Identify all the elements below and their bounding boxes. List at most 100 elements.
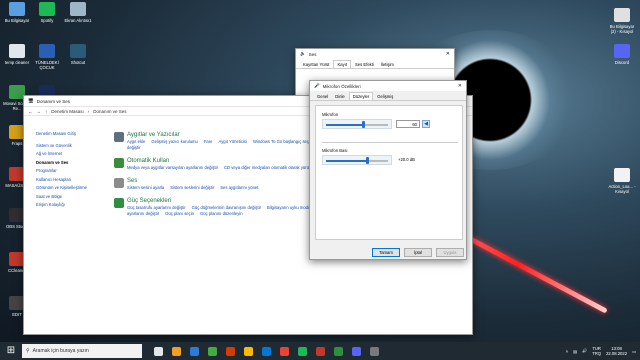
desktop-icon[interactable]: Discord (607, 44, 637, 65)
mic-properties-dialog: 🎤 Mikrofon Özellikleri ✕ Genel Dinle Düzey… (309, 80, 467, 260)
back-icon[interactable]: ← (28, 109, 33, 114)
category-link[interactable]: Sistem sesini ayarla (127, 185, 164, 190)
taskbar-app-icon[interactable] (280, 346, 289, 356)
category-link[interactable]: Güç planı seçin (165, 211, 194, 216)
category-link[interactable]: Ses aygıtlarını yönet (220, 185, 258, 190)
desktop-icon[interactable]: Action_Loa... - Kısayol (607, 168, 637, 194)
taskbar-app-icon[interactable] (190, 346, 199, 356)
category-icon (114, 158, 124, 168)
desktop-icon-label: TÜNELDEKİ ÇOCUK (35, 60, 59, 70)
desktop-icon[interactable]: Spotify (32, 2, 62, 23)
chevron-up-icon[interactable]: ˄ (566, 349, 568, 354)
taskbar-app-icon[interactable] (172, 346, 181, 356)
taskbar-app-icon[interactable] (370, 346, 379, 356)
category-title[interactable]: Otomatik Kullan (127, 158, 316, 165)
category-link[interactable]: Sistem seslerini değiştir (170, 185, 214, 190)
desktop-icon[interactable]: temp cleaner (2, 44, 32, 65)
up-icon[interactable]: ↑ (45, 109, 47, 114)
nav-item[interactable]: Saat ve Bölge (36, 193, 106, 202)
cp-left-nav: Denetim Masası Giriş Sistem ve Güvenlik A… (36, 130, 106, 210)
app-icon (70, 2, 86, 16)
input-language-2[interactable]: TRQ (592, 351, 601, 356)
tab[interactable]: Kayıttan Yürüt (300, 61, 332, 68)
category-link[interactable]: CD veya diğer medyaları otomatik olarak … (224, 165, 310, 170)
nav-item[interactable]: Erişim Kolaylığı (36, 201, 106, 210)
desktop-icon-label: Spotify (40, 18, 54, 23)
mic-boost-label: Mikrofon Bası (322, 148, 348, 153)
divider (322, 142, 458, 143)
sound-titlebar: 🔈 Ses ✕ (296, 49, 454, 59)
taskbar-search[interactable]: ⚲ Aramak için buraya yazın (22, 344, 142, 358)
tab[interactable]: İletişim (378, 61, 397, 68)
nav-item[interactable]: Donanım ve Ses (36, 159, 106, 168)
tab[interactable]: Kayıt (333, 60, 352, 68)
close-icon[interactable]: ✕ (446, 51, 450, 57)
category-link[interactable]: Güç tasarrufu ayarlarını değiştir (127, 205, 186, 210)
taskbar-app-icon[interactable] (154, 346, 163, 356)
taskbar-app-icon[interactable] (208, 346, 217, 356)
desktop-icon[interactable]: Bu Bilgisayar (2, 2, 32, 23)
taskbar-app-icon[interactable] (298, 346, 307, 356)
desktop-icon-label: Discord (614, 60, 630, 65)
app-icon (614, 8, 630, 22)
taskbar-app-icon[interactable] (262, 346, 271, 356)
category-link[interactable]: Aygıt ekle (127, 139, 145, 144)
mic-level-value[interactable]: 60 (396, 120, 420, 128)
mic-level-slider[interactable] (322, 119, 392, 129)
tab[interactable]: Dinle (332, 93, 348, 100)
clock-date: 22.08.2022 (606, 351, 628, 356)
windows-start-icon[interactable]: ⊞ (4, 344, 18, 358)
desktop-icon-label: Action_Loa... - Kısayol (608, 184, 636, 194)
tab[interactable]: Genel (314, 93, 331, 100)
tab[interactable]: Düzeyler (348, 92, 374, 100)
desktop-icon[interactable]: Bu Bilgisayar (2) - Kısayol (607, 8, 637, 34)
category-title[interactable]: Ses (127, 178, 264, 185)
desktop-icon[interactable]: Shotcut (63, 44, 93, 65)
desktop-icon[interactable]: TÜNELDEKİ ÇOCUK (32, 44, 62, 70)
nav-item[interactable]: Programlar (36, 167, 106, 176)
category-link[interactable]: Aygıt Yöneticisi (218, 139, 246, 144)
mic-title: Mikrofon Özellikleri (322, 83, 361, 89)
nav-item[interactable]: Ağ ve İnternet (36, 150, 106, 159)
notification-icon[interactable]: ▭ (632, 349, 636, 354)
slider-thumb[interactable] (366, 157, 370, 164)
category-link[interactable]: Güç düğmelerinin davranışını değiştir (192, 205, 261, 210)
taskbar: ⊞ ⚲ Aramak için buraya yazın ˄ ▤ 🔊 TUR T… (0, 342, 640, 360)
nav-item[interactable]: Kullanıcı Hesapları (36, 176, 106, 185)
volume-icon[interactable]: 🔊 (582, 348, 587, 354)
category-link[interactable]: Fare (204, 139, 213, 144)
cp-home-link[interactable]: Denetim Masası Giriş (36, 130, 106, 139)
taskbar-app-icon[interactable] (244, 346, 253, 356)
tab[interactable]: Ses Efekti (352, 61, 377, 68)
taskbar-app-icon[interactable] (226, 346, 235, 356)
speaker-mute-icon[interactable]: ◀ (422, 120, 430, 128)
category-link[interactable]: Gelişmiş yazıcı kurulumu (151, 139, 198, 144)
app-icon (614, 44, 630, 58)
cancel-button[interactable]: İptal (404, 248, 432, 257)
app-icon (70, 44, 86, 58)
taskbar-app-icon[interactable] (352, 346, 361, 356)
clock[interactable]: 13:08 22.08.2022 (606, 346, 627, 356)
microphone-icon: 🎤 (314, 83, 320, 88)
desktop-icon[interactable]: Ekran Alıntısı1 (63, 2, 93, 23)
ok-button[interactable]: Tamam (372, 248, 400, 257)
tab[interactable]: Gelişmiş (374, 93, 396, 100)
nav-item[interactable]: Görünüm ve Kişiselleştirme (36, 184, 106, 193)
search-icon: ⚲ (26, 348, 30, 354)
system-tray: ˄ ▤ 🔊 TUR TRQ 13:08 22.08.2022 ▭ (566, 346, 640, 356)
forward-icon[interactable]: → (37, 109, 42, 114)
slider-thumb[interactable] (361, 121, 365, 128)
category-link[interactable]: Medya veya aygıtlar varsayılan ayarların… (127, 165, 218, 170)
category-link[interactable]: Güç planını düzenleyin (200, 211, 243, 216)
apply-button[interactable]: Uygula (436, 248, 464, 257)
nav-item[interactable]: Sistem ve Güvenlik (36, 142, 106, 151)
network-icon[interactable]: ▤ (573, 349, 577, 354)
chevron-right-icon: › (87, 108, 90, 114)
taskbar-app-icon[interactable] (334, 346, 343, 356)
cp-title: Donanım ve Ses (36, 98, 70, 104)
breadcrumb-item[interactable]: Donanım ve Ses (93, 109, 126, 114)
breadcrumb-item[interactable]: Denetim Masası (51, 109, 84, 114)
close-icon[interactable]: ✕ (458, 83, 462, 89)
mic-boost-slider[interactable] (322, 155, 392, 165)
taskbar-app-icon[interactable] (316, 346, 325, 356)
